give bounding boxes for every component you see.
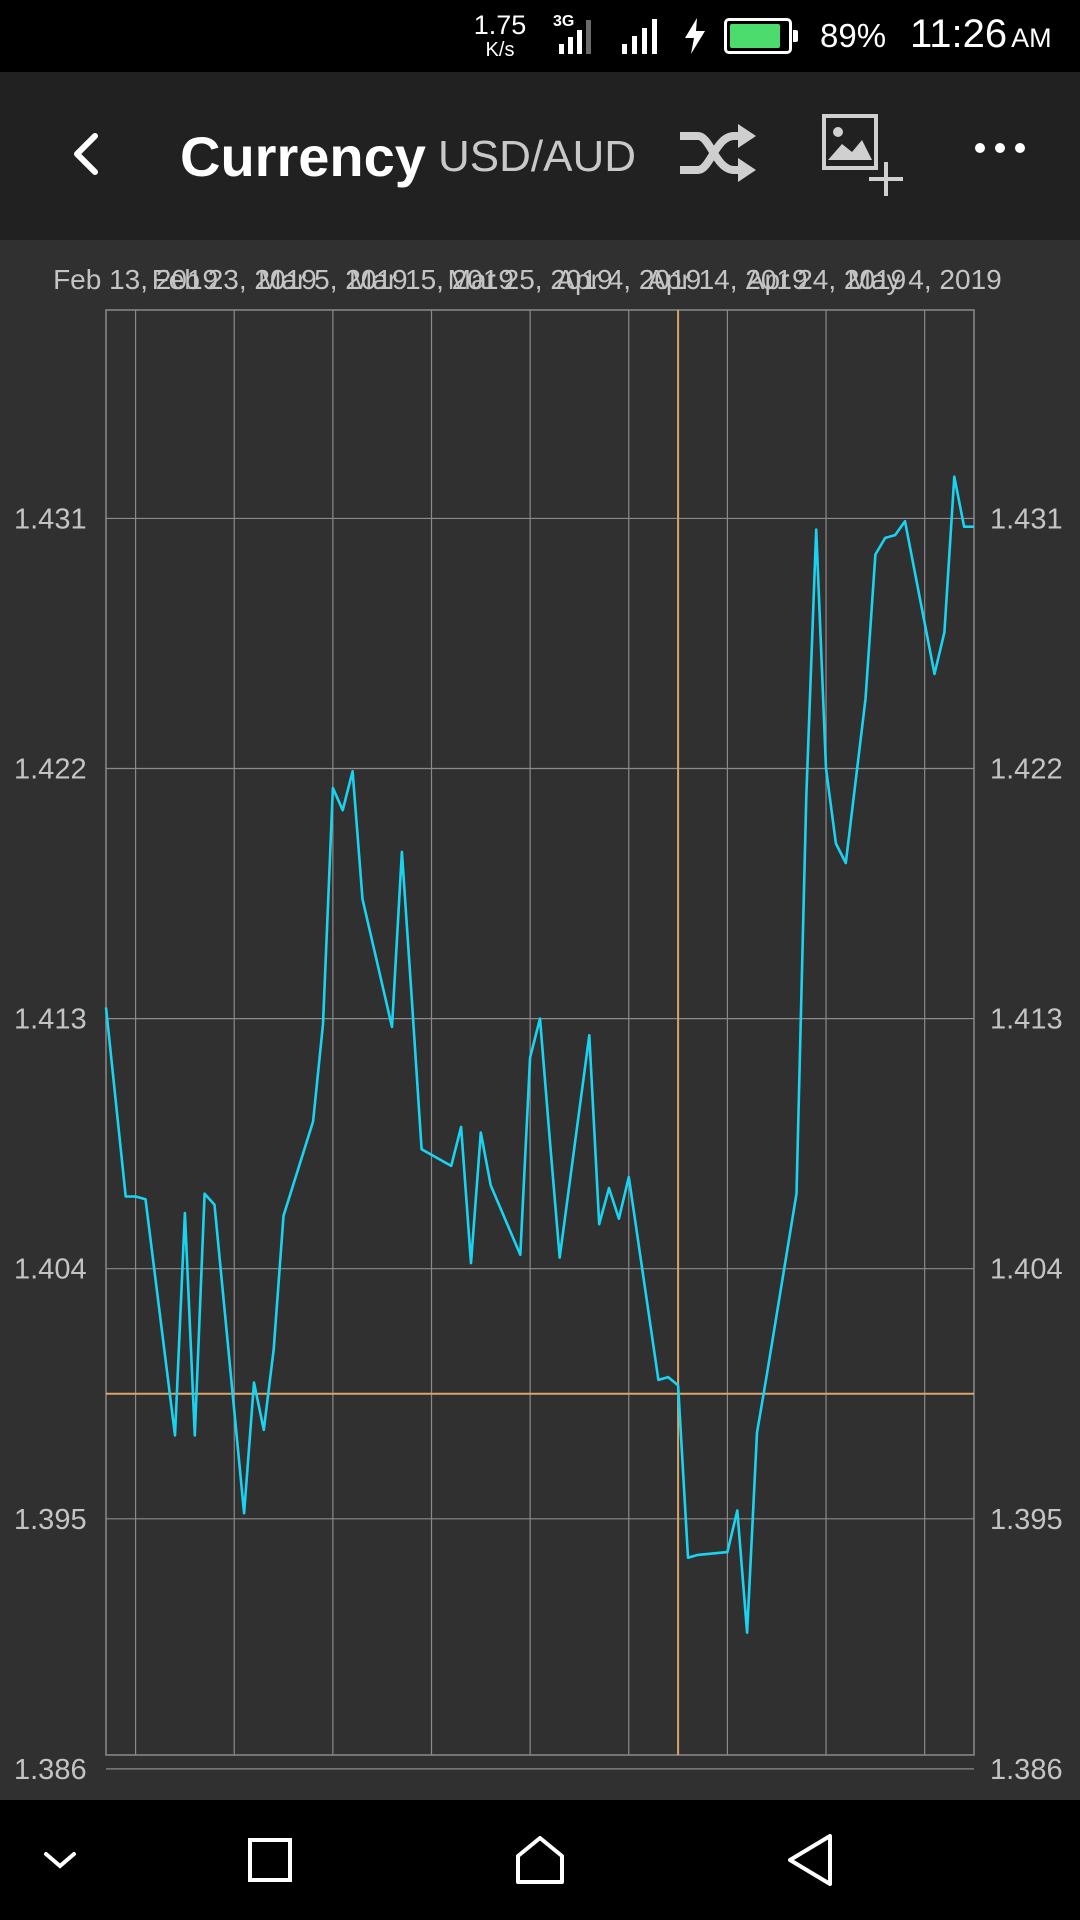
y-tick-label-right: 1.386 (990, 1754, 1063, 1786)
recents-button[interactable] (210, 1800, 330, 1920)
status-bar: 1.75 K/s 3G 89% 11:26 AM (0, 0, 1080, 72)
app-bar: Currency USD/AUD (0, 72, 1080, 240)
clock-ampm: AM (1011, 23, 1052, 53)
y-tick-label-left: 1.422 (14, 754, 87, 786)
battery-icon (724, 18, 798, 54)
y-tick-label-left: 1.386 (14, 1754, 87, 1786)
charging-icon (685, 18, 705, 54)
battery-fill (730, 24, 780, 48)
y-tick-label-right: 1.413 (990, 1004, 1063, 1036)
collapse-button[interactable] (0, 1800, 120, 1920)
y-tick-label-right: 1.395 (990, 1504, 1063, 1536)
signal-strength-icon (622, 19, 657, 54)
signal-3g-icon: 3G (553, 13, 591, 54)
recents-icon (248, 1838, 292, 1882)
collapse-icon (44, 1852, 76, 1869)
navigation-bar (0, 1800, 1080, 1920)
home-button[interactable] (480, 1800, 600, 1920)
back-nav-button[interactable] (750, 1800, 870, 1920)
y-tick-label-right: 1.431 (990, 503, 1063, 535)
add-image-icon[interactable] (820, 112, 906, 198)
battery-percent: 89% (820, 17, 887, 54)
network-type-label: 3G (553, 13, 574, 30)
y-tick-label-right: 1.404 (990, 1254, 1063, 1286)
network-speed-value: 1.75 (473, 10, 527, 40)
y-tick-label-left: 1.395 (14, 1504, 87, 1536)
home-icon (516, 1836, 564, 1884)
currency-pair-label[interactable]: USD/AUD (438, 132, 636, 182)
more-icon[interactable] (972, 140, 1028, 156)
x-tick-label: May 4, 2019 (848, 264, 1002, 295)
back-triangle-icon (788, 1834, 832, 1886)
series-line (104, 475, 974, 1634)
clock: 11:26 AM (910, 12, 1052, 57)
network-speed-unit: K/s (485, 39, 515, 61)
page-title: Currency (180, 125, 426, 188)
y-tick-label-right: 1.422 (990, 754, 1063, 786)
clock-time: 11:26 (910, 12, 1008, 56)
y-tick-label-left: 1.431 (14, 503, 87, 535)
y-tick-label-left: 1.413 (14, 1004, 87, 1036)
currency-chart[interactable]: Feb 13, 2019Feb 23, 2019Mar 5, 2019Mar 1… (0, 240, 1080, 1800)
network-speed: 1.75 K/s (468, 10, 532, 61)
back-icon[interactable] (55, 122, 119, 186)
y-tick-label-left: 1.404 (14, 1254, 87, 1286)
shuffle-icon[interactable] (676, 122, 758, 184)
chart-area[interactable]: Feb 13, 2019 Feb 23, 2019 Mar 5, 2019 Mar 1… (0, 240, 1080, 1800)
